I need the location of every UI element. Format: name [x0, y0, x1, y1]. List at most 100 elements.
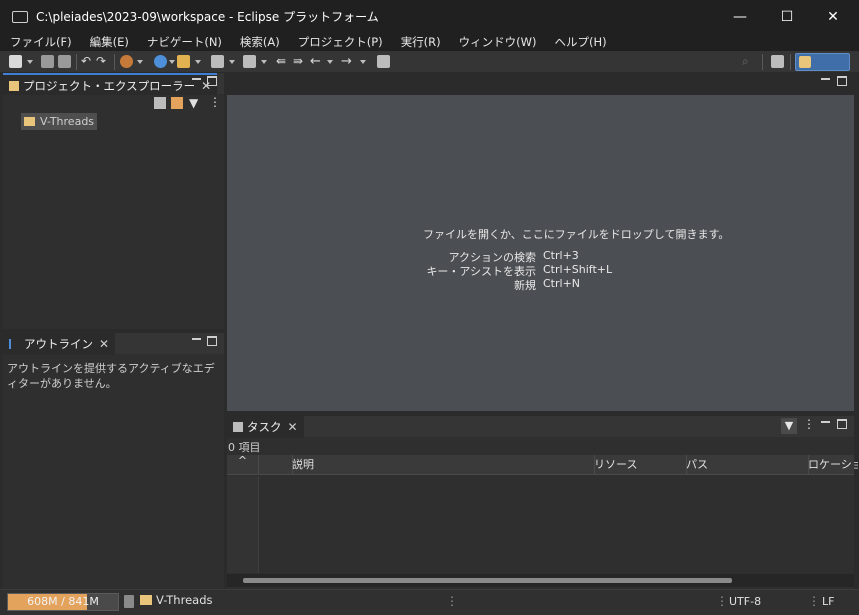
project-explorer-body: ▼ ⋮ V-Threads [3, 95, 224, 329]
close-tab-icon[interactable]: ✕ [288, 420, 298, 434]
editor-header [227, 73, 854, 95]
menu-navigate[interactable]: ナビゲート(N) [147, 34, 222, 50]
pen-dropdown-icon[interactable] [195, 60, 201, 64]
save-all-icon[interactable] [58, 55, 71, 68]
maximize-view-icon[interactable] [207, 336, 217, 346]
shortcut-keys: Ctrl+N [543, 277, 581, 290]
column-resource[interactable]: リソース [590, 455, 687, 474]
minimize-editor-icon[interactable] [821, 78, 830, 80]
debug-icon[interactable] [120, 55, 133, 68]
project-explorer-view: プロジェクト・エクスプローラー ✕ ▼ ⋮ V-Threads [3, 73, 224, 329]
menu-edit[interactable]: 編集(E) [90, 34, 129, 50]
tab-project-explorer[interactable]: プロジェクト・エクスプローラー ✕ [3, 73, 218, 97]
new-dropdown-icon[interactable] [27, 60, 33, 64]
toolbar-separator [76, 54, 77, 70]
menu-help[interactable]: ヘルプ(H) [555, 34, 607, 50]
tab-outline[interactable]: アウトライン ✕ [3, 333, 116, 355]
title-bar: C:\pleiades\2023-09\workspace - Eclipse … [0, 0, 859, 33]
close-tab-icon[interactable]: ✕ [99, 337, 109, 351]
editor-area[interactable]: ファイルを開くか、ここにファイルをドロップして開きます。 アクションの検索 Ct… [227, 95, 854, 411]
heap-status[interactable]: 608M / 841M [7, 593, 119, 611]
annotation-icon[interactable] [211, 55, 224, 68]
highlight-pen-icon[interactable] [177, 55, 190, 68]
forward-dropdown-icon[interactable] [360, 60, 366, 64]
column-description[interactable]: 説明 [288, 455, 595, 474]
redo-icon[interactable]: ↷ [96, 55, 109, 68]
trash-gc-icon[interactable] [124, 595, 134, 608]
status-project: V-Threads [156, 593, 213, 607]
maximize-editor-icon[interactable] [837, 76, 847, 86]
minimize-button[interactable]: — [717, 0, 763, 33]
minimize-view-icon[interactable] [821, 421, 830, 423]
horizontal-scrollbar[interactable] [227, 574, 854, 587]
status-separator: ⋮ [446, 594, 458, 608]
toolbar-separator [762, 54, 763, 70]
outline-view: アウトライン ✕ アウトラインを提供するアクティブなエディターがありません。 [3, 333, 224, 589]
menu-window[interactable]: ウィンドウ(W) [459, 34, 537, 50]
minimize-view-icon[interactable] [192, 78, 201, 80]
perspective-button[interactable] [795, 53, 850, 71]
run-settings-icon[interactable] [154, 55, 167, 68]
tasks-header: タスク ✕ ▼ ⋮ [227, 416, 854, 438]
menu-project[interactable]: プロジェクト(P) [298, 34, 383, 50]
close-button[interactable]: ✕ [810, 0, 856, 33]
column-path[interactable]: パス [682, 455, 809, 474]
back-dropdown-icon[interactable] [327, 60, 333, 64]
menu-search[interactable]: 検索(A) [240, 34, 280, 50]
toolbar-separator [114, 54, 115, 70]
status-line-ending[interactable]: LF [822, 595, 834, 608]
annotation-dropdown-icon[interactable] [229, 60, 235, 64]
scrollbar-thumb[interactable] [243, 578, 732, 583]
column-location[interactable]: ロケーション [804, 455, 858, 474]
maximize-view-icon[interactable] [837, 419, 847, 429]
open-perspective-icon[interactable] [771, 55, 784, 68]
filter-icon[interactable]: ▼ [189, 96, 198, 110]
outline-header: アウトライン ✕ [3, 333, 224, 355]
status-encoding[interactable]: UTF-8 [729, 595, 761, 608]
view-menu-icon[interactable]: ⋮ [209, 95, 221, 109]
menu-file[interactable]: ファイル(F) [10, 34, 72, 50]
task-count: 0 項目 [228, 441, 261, 454]
menu-bar: ファイル(F) 編集(E) ナビゲート(N) 検索(A) プロジェクト(P) 実… [0, 33, 859, 51]
status-separator: ⋮ [716, 594, 728, 608]
link-with-editor-icon[interactable] [171, 97, 183, 109]
eclipse-app-icon [12, 10, 28, 23]
last-edit-location-icon[interactable]: ⇚ [276, 55, 289, 68]
project-folder-icon [24, 117, 35, 126]
run-dropdown-icon[interactable] [169, 60, 175, 64]
minimize-view-icon[interactable] [192, 338, 201, 340]
next-annotation-icon[interactable] [243, 55, 256, 68]
perspective-icon [799, 56, 811, 68]
pin-editor-icon[interactable] [377, 55, 390, 68]
tasks-view: タスク ✕ ▼ ⋮ 0 項目 ^ 説明 リソース パス ロケーション [227, 416, 858, 589]
next-edit-location-icon[interactable]: ⇛ [293, 55, 306, 68]
toolbar-separator [790, 54, 791, 70]
next-annotation-dropdown-icon[interactable] [261, 60, 267, 64]
menu-run[interactable]: 実行(R) [401, 34, 441, 50]
tree-item-v-threads[interactable]: V-Threads [21, 113, 98, 130]
sort-complete-column[interactable]: ^ [227, 455, 259, 474]
main-toolbar: ↶ ↷ ⇚ ⇛ ← → ⌕ [0, 51, 859, 73]
save-icon[interactable] [41, 55, 54, 68]
back-arrow-icon[interactable]: ← [310, 55, 323, 68]
search-icon[interactable]: ⌕ [742, 55, 755, 68]
status-separator: ⋮ [808, 594, 820, 608]
project-folder-icon [140, 595, 152, 605]
heap-usage-text: 608M / 841M [27, 595, 99, 608]
explorer-icon [9, 81, 19, 91]
tab-tasks[interactable]: タスク ✕ [227, 416, 304, 438]
filter-icon[interactable]: ▼ [781, 418, 797, 434]
tasks-tab-label: タスク [247, 420, 282, 434]
collapse-all-icon[interactable] [154, 97, 166, 109]
shortcut-keys: Ctrl+3 [543, 249, 579, 262]
shortcut-label: 新規 [514, 279, 536, 292]
new-icon[interactable] [9, 55, 22, 68]
debug-dropdown-icon[interactable] [137, 60, 143, 64]
project-explorer-tab-label: プロジェクト・エクスプローラー [23, 79, 196, 93]
undo-icon[interactable]: ↶ [81, 55, 94, 68]
forward-arrow-icon[interactable]: → [341, 55, 354, 68]
view-menu-icon[interactable]: ⋮ [803, 417, 815, 431]
project-explorer-header: プロジェクト・エクスプローラー ✕ [3, 73, 224, 97]
maximize-button[interactable]: ☐ [764, 0, 810, 33]
maximize-view-icon[interactable] [207, 76, 217, 86]
